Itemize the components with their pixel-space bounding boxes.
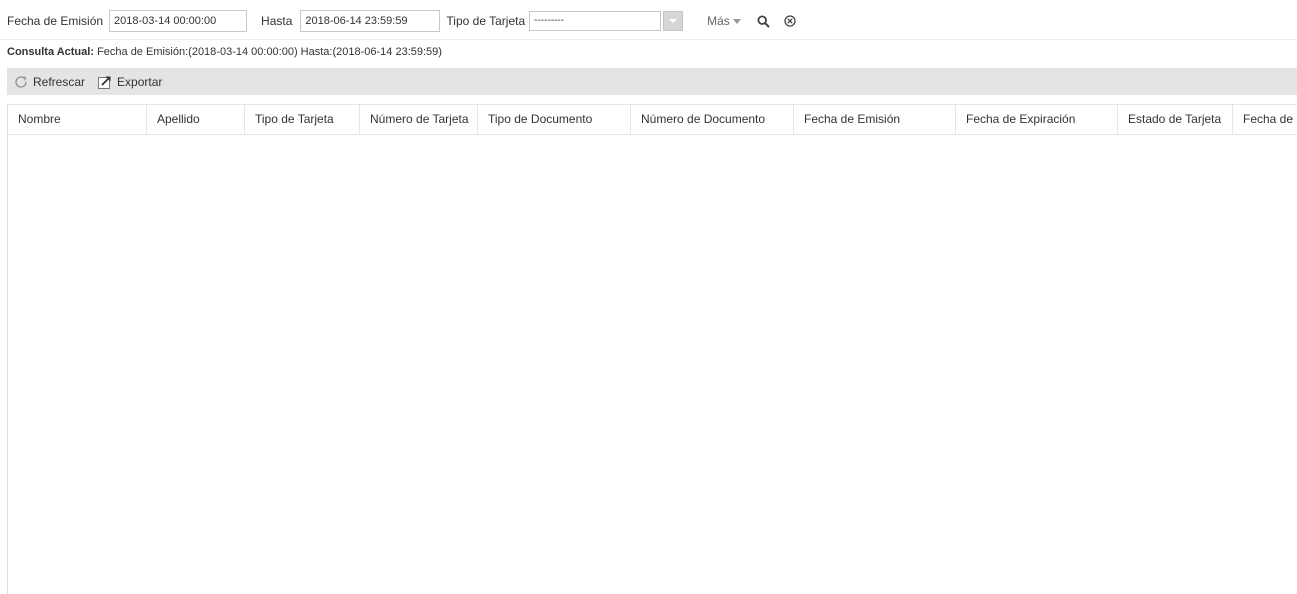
filter-bar: Fecha de Emisión 2018-03-14 00:00:00 Has…	[0, 8, 1297, 34]
column-header-nombre[interactable]: Nombre	[8, 105, 147, 134]
fecha-emision-input[interactable]: 2018-03-14 00:00:00	[109, 10, 248, 32]
column-header-tipo-documento[interactable]: Tipo de Documento	[478, 105, 631, 134]
mas-label: Más	[707, 14, 730, 28]
search-icon[interactable]	[756, 13, 772, 29]
clear-icon[interactable]	[782, 13, 798, 29]
column-header-apellido[interactable]: Apellido	[147, 105, 245, 134]
hasta-label: Hasta	[261, 14, 293, 28]
toolbar: Refrescar Exportar	[7, 68, 1297, 95]
column-header-fecha-emision[interactable]: Fecha de Emisión	[794, 105, 956, 134]
hasta-input[interactable]: 2018-06-14 23:59:59	[300, 10, 441, 32]
table-header: Nombre Apellido Tipo de Tarjeta Número d…	[8, 104, 1297, 135]
data-table: Nombre Apellido Tipo de Tarjeta Número d…	[7, 104, 1297, 594]
current-query-label: Consulta Actual:	[7, 46, 94, 58]
column-header-numero-documento[interactable]: Número de Documento	[631, 105, 794, 134]
mas-toggle[interactable]: Más	[707, 14, 741, 28]
tipo-tarjeta-select[interactable]: ---------	[529, 11, 684, 31]
current-query-text: Fecha de Emisión:(2018-03-14 00:00:00) H…	[97, 46, 442, 58]
column-header-tipo-tarjeta[interactable]: Tipo de Tarjeta	[245, 105, 360, 134]
refresh-label: Refrescar	[33, 74, 86, 89]
divider	[0, 39, 1297, 40]
export-label: Exportar	[117, 74, 163, 89]
refresh-icon	[15, 75, 27, 88]
chevron-down-icon[interactable]	[663, 11, 684, 31]
tipo-tarjeta-value[interactable]: ---------	[529, 11, 662, 31]
refresh-button[interactable]: Refrescar	[13, 74, 85, 90]
column-header-fecha-de[interactable]: Fecha de I	[1233, 105, 1297, 134]
export-button[interactable]: Exportar	[97, 74, 162, 90]
column-header-numero-tarjeta[interactable]: Número de Tarjeta	[360, 105, 478, 134]
caret-down-icon	[732, 18, 741, 24]
tipo-tarjeta-label: Tipo de Tarjeta	[446, 14, 526, 28]
column-header-estado-tarjeta[interactable]: Estado de Tarjeta	[1118, 105, 1233, 134]
column-header-fecha-expiracion[interactable]: Fecha de Expiración	[956, 105, 1118, 134]
current-query: Consulta Actual: Fecha de Emisión:(2018-…	[7, 44, 442, 60]
export-icon	[98, 76, 111, 89]
fecha-emision-label: Fecha de Emisión	[7, 14, 104, 28]
